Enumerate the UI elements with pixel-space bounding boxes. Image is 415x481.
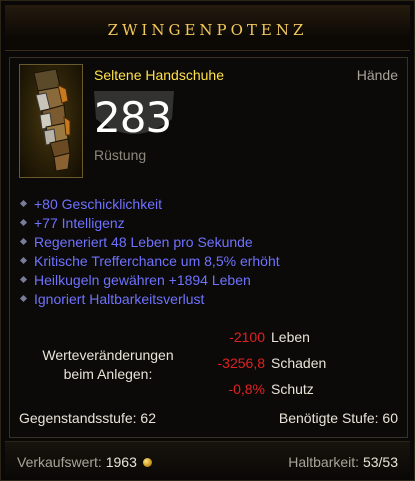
stat-change-row: -3256,8 Schaden — [191, 355, 351, 373]
affix-text: Ignoriert Haltbarkeitsverlust — [34, 290, 205, 307]
required-level: Benötigte Stufe: 60 — [279, 410, 398, 426]
affix-item: Regeneriert 48 Leben pro Sekunde — [17, 232, 280, 251]
stat-changes-label-line1: Werteveränderungen — [42, 347, 174, 363]
armor-value: 283 — [94, 93, 172, 142]
affix-text: Kritische Trefferchance um 8,5% erhöht — [34, 252, 280, 269]
item-name: Seltene Handschuhe — [94, 67, 224, 83]
bullet-icon — [19, 199, 28, 208]
bullet-icon — [19, 218, 28, 227]
stat-change-value: -0,8% — [228, 381, 265, 397]
item-portrait — [19, 64, 83, 178]
durability-label: Haltbarkeit: — [288, 454, 360, 470]
stat-change-row: -0,8% Schutz — [191, 381, 351, 399]
affix-text: +80 Geschicklichkeit — [34, 195, 163, 212]
required-level-label: Benötigte Stufe: — [278, 410, 379, 426]
stat-changes-label-line2: beim Anlegen: — [63, 366, 153, 382]
sell-value-label: Verkaufswert: — [17, 454, 102, 470]
item-level-value: 62 — [140, 410, 156, 426]
item-tooltip: ZWINGENPOTENZ Seltene Handschuhe Hände 2… — [0, 0, 415, 481]
affix-item: Ignoriert Haltbarkeitsverlust — [17, 289, 280, 308]
stat-change-value: -3256,8 — [217, 355, 265, 371]
stat-change-name: Schaden — [271, 355, 327, 371]
stat-change-value: -2100 — [229, 329, 265, 345]
item-level-label: Gegenstandsstufe: — [19, 410, 137, 426]
affix-item: +80 Geschicklichkeit — [17, 194, 280, 213]
durability-value: 53/53 — [362, 454, 398, 470]
gold-coin-icon — [142, 458, 152, 467]
affix-text: Regeneriert 48 Leben pro Sekunde — [34, 233, 253, 250]
affix-item: +77 Intelligenz — [17, 213, 280, 232]
tooltip-header: ZWINGENPOTENZ — [5, 5, 410, 51]
bullet-icon — [19, 294, 28, 303]
durability: Haltbarkeit: 53/53 — [288, 454, 398, 470]
item-title: ZWINGENPOTENZ — [107, 21, 308, 39]
affix-item: Heilkugeln gewähren +1894 Leben — [17, 270, 280, 289]
bullet-icon — [19, 237, 28, 246]
stat-change-row: -2100 Leben — [191, 329, 351, 347]
item-level: Gegenstandsstufe: 62 — [19, 410, 156, 426]
affix-item: Kritische Trefferchance um 8,5% erhöht — [17, 251, 280, 270]
affix-text: +77 Intelligenz — [34, 214, 125, 231]
stat-changes-label: Werteveränderungen beim Anlegen: — [29, 346, 187, 384]
bullet-icon — [19, 256, 28, 265]
stat-change-name: Leben — [271, 329, 310, 345]
item-slot: Hände — [356, 67, 398, 83]
armor-label: Rüstung — [94, 147, 147, 163]
bullet-icon — [19, 275, 28, 284]
required-level-value: 60 — [382, 410, 398, 426]
stat-change-name: Schutz — [271, 381, 314, 397]
sell-value: Verkaufswert: 1963 — [17, 454, 152, 470]
affix-list: +80 Geschicklichkeit +77 Intelligenz Reg… — [17, 194, 280, 308]
sell-value-amount: 1963 — [105, 454, 137, 470]
gauntlet-icon — [33, 68, 71, 172]
affix-text: Heilkugeln gewähren +1894 Leben — [34, 271, 251, 288]
